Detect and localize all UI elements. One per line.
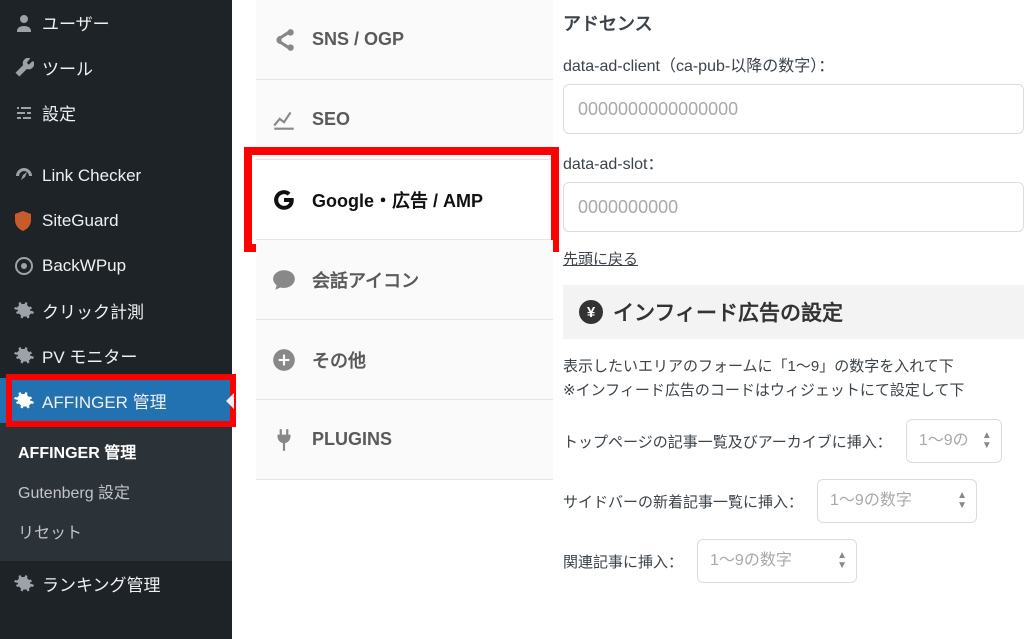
tab-label: PLUGINS xyxy=(312,429,392,450)
stepper-up-icon[interactable]: ▲ xyxy=(833,552,851,560)
sidebar-item-settings[interactable]: 設定 xyxy=(0,90,232,135)
share-icon xyxy=(256,27,312,53)
sidebar-subitem-affinger-admin[interactable]: AFFINGER 管理 xyxy=(0,431,232,471)
settings-tab-column: SNS / OGP SEO Google・広告 / AMP 会話アイコン xyxy=(232,0,553,639)
infeed-desc-line1: 表示したいエリアのフォームに「1〜9」の数字を入れて下 xyxy=(563,358,954,375)
line-chart-icon xyxy=(256,107,312,133)
tab-label: Google・広告 / AMP xyxy=(312,187,483,213)
ad-client-group: data-ad-client（ca-pub-以降の数字）： xyxy=(563,52,1024,134)
sidebar-item-pv-monitor[interactable]: PV モニター xyxy=(0,333,232,378)
gear-icon xyxy=(14,391,42,411)
sidebar-item-link-checker[interactable]: Link Checker xyxy=(0,153,232,198)
number-stepper[interactable]: ▲ ▼ xyxy=(833,552,851,570)
sliders-icon xyxy=(14,103,42,123)
placement-label: 関連記事に挿入： xyxy=(563,551,683,572)
wrench-icon xyxy=(14,58,42,78)
sidebar-item-label: ユーザー xyxy=(42,10,220,35)
ad-client-label: data-ad-client（ca-pub-以降の数字）： xyxy=(563,52,1024,76)
tab-label: その他 xyxy=(312,347,366,373)
sidebar-item-label: Link Checker xyxy=(42,166,220,186)
speech-icon xyxy=(256,267,312,293)
shield-icon xyxy=(14,211,42,231)
sidebar-item-users[interactable]: ユーザー xyxy=(0,0,232,45)
placement-label: サイドバーの新着記事一覧に挿入： xyxy=(563,491,803,512)
main-settings-panel: アドセンス data-ad-client（ca-pub-以降の数字）： data… xyxy=(553,0,1024,639)
sidebar-item-label: ツール xyxy=(42,55,220,80)
tab-plugins[interactable]: PLUGINS xyxy=(256,400,553,480)
tab-sns-ogp[interactable]: SNS / OGP xyxy=(256,0,553,80)
gear-icon xyxy=(14,346,42,366)
sidebar-submenu: AFFINGER 管理 Gutenberg 設定 リセット xyxy=(0,423,232,561)
sidebar-item-label: クリック計測 xyxy=(42,298,220,323)
settings-tab-list: SNS / OGP SEO Google・広告 / AMP 会話アイコン xyxy=(256,0,553,480)
admin-sidebar: ユーザー ツール 設定 Link Checker SiteGuard BackW… xyxy=(0,0,232,639)
sidebar-subitem-gutenberg[interactable]: Gutenberg 設定 xyxy=(0,471,232,511)
ad-slot-input[interactable] xyxy=(563,182,1024,232)
plus-circle-icon xyxy=(256,347,312,373)
placement-top-archive: トップページの記事一覧及びアーカイブに挿入： ▲ ▼ xyxy=(563,419,1024,463)
stepper-down-icon[interactable]: ▼ xyxy=(978,442,996,450)
gear-icon xyxy=(14,574,42,594)
infeed-desc-line2: ※インフィード広告のコードはウィジェットにて設定して下 xyxy=(563,382,964,399)
sidebar-item-click-tracking[interactable]: クリック計測 xyxy=(0,288,232,333)
back-to-top-link[interactable]: 先頭に戻る xyxy=(563,251,638,268)
plug-icon xyxy=(256,427,312,453)
yen-icon: ¥ xyxy=(579,300,603,324)
sidebar-item-label: PV モニター xyxy=(42,343,220,368)
tab-google-ads-amp[interactable]: Google・広告 / AMP xyxy=(256,160,553,240)
tab-other[interactable]: その他 xyxy=(256,320,553,400)
infeed-description: 表示したいエリアのフォームに「1〜9」の数字を入れて下 ※インフィード広告のコー… xyxy=(563,355,1024,403)
stepper-down-icon[interactable]: ▼ xyxy=(833,562,851,570)
tab-label: SEO xyxy=(312,109,350,130)
google-icon xyxy=(256,187,312,213)
sidebar-item-label: SiteGuard xyxy=(42,211,220,231)
tab-label: 会話アイコン xyxy=(312,267,419,293)
user-icon xyxy=(14,13,42,33)
sidebar-item-backwpup[interactable]: BackWPup xyxy=(0,243,232,288)
ad-slot-group: data-ad-slot： xyxy=(563,150,1024,232)
sidebar-item-siteguard[interactable]: SiteGuard xyxy=(0,198,232,243)
sidebar-item-ranking-admin[interactable]: ランキング管理 xyxy=(0,561,232,606)
target-icon xyxy=(14,256,42,276)
dashboard-icon xyxy=(14,166,42,186)
sidebar-item-tools[interactable]: ツール xyxy=(0,45,232,90)
number-stepper[interactable]: ▲ ▼ xyxy=(953,492,971,510)
ad-client-input[interactable] xyxy=(563,84,1024,134)
tab-speech-icon-settings[interactable]: 会話アイコン xyxy=(256,240,553,320)
tab-seo[interactable]: SEO xyxy=(256,80,553,160)
stepper-down-icon[interactable]: ▼ xyxy=(953,502,971,510)
sidebar-item-label: ランキング管理 xyxy=(42,571,220,596)
infeed-section-heading: ¥ インフィード広告の設定 xyxy=(563,285,1024,339)
placement-sidebar: サイドバーの新着記事一覧に挿入： ▲ ▼ xyxy=(563,479,1024,523)
gear-icon xyxy=(14,301,42,321)
sidebar-item-label: BackWPup xyxy=(42,256,220,276)
sidebar-item-label: 設定 xyxy=(42,100,220,125)
sidebar-item-affinger-admin[interactable]: AFFINGER 管理 xyxy=(0,378,232,423)
stepper-up-icon[interactable]: ▲ xyxy=(978,432,996,440)
ad-slot-label: data-ad-slot： xyxy=(563,150,1024,174)
placement-label: トップページの記事一覧及びアーカイブに挿入： xyxy=(563,431,892,452)
sidebar-item-label: AFFINGER 管理 xyxy=(42,388,220,413)
adsense-heading: アドセンス xyxy=(563,10,1024,36)
placement-related: 関連記事に挿入： ▲ ▼ xyxy=(563,539,1024,583)
number-stepper[interactable]: ▲ ▼ xyxy=(978,432,996,450)
tab-label: SNS / OGP xyxy=(312,29,404,50)
stepper-up-icon[interactable]: ▲ xyxy=(953,492,971,500)
sidebar-subitem-reset[interactable]: リセット xyxy=(0,511,232,551)
infeed-heading-text: インフィード広告の設定 xyxy=(613,297,843,327)
